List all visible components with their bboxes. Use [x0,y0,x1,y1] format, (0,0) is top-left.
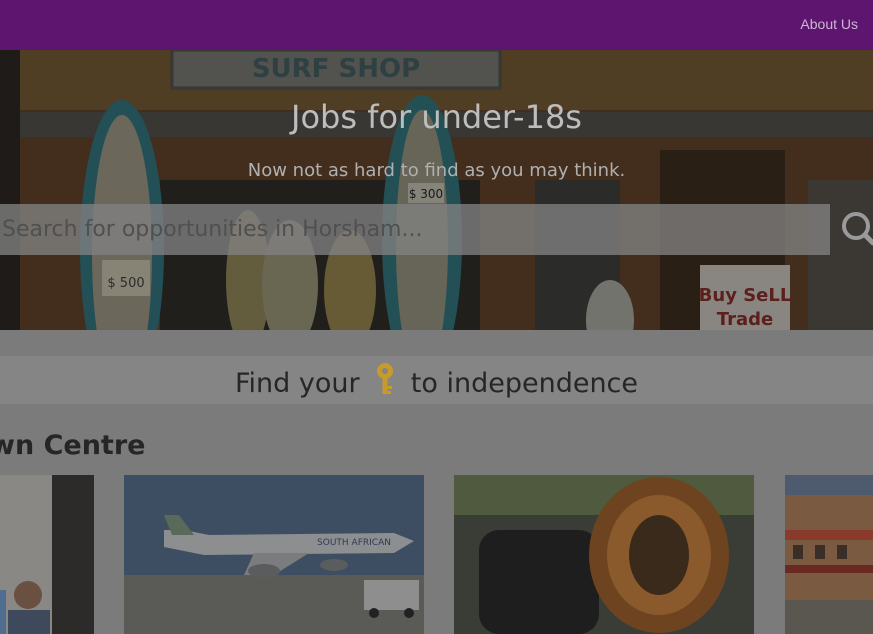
key-icon [374,362,396,403]
town-photo [785,475,873,634]
job-card-office[interactable] [0,475,94,634]
tagline: Find your to independence [0,362,873,403]
aircraft-livery-text: SOUTH AFRICAN [317,538,391,548]
hero-banner: SURF SHOP $ 300 $ 500 Buy SeLL Trade Job… [0,50,873,330]
surf-shop-background-image: SURF SHOP $ 300 $ 500 Buy SeLL Trade [0,50,873,330]
section-title: wn Centre [0,430,146,461]
hero-title: Jobs for under-18s [291,98,582,136]
nav-about-us-link[interactable]: About Us [800,16,858,32]
job-card-electronics[interactable] [454,475,754,634]
aircraft-photo: SOUTH AFRICAN [124,475,424,634]
hero-subtitle: Now not as hard to find as you may think… [247,160,626,181]
top-navbar: About Us [0,0,873,50]
tagline-before: Find your [234,368,360,399]
tagline-after: to independence [410,368,639,399]
job-card-aviation[interactable]: SOUTH AFRICAN [124,475,424,634]
job-card-town[interactable] [785,475,873,634]
search-icon [842,212,873,246]
electronics-photo [454,475,754,634]
office-photo [0,475,94,634]
search-button[interactable] [836,206,873,254]
search-input[interactable] [0,204,830,255]
